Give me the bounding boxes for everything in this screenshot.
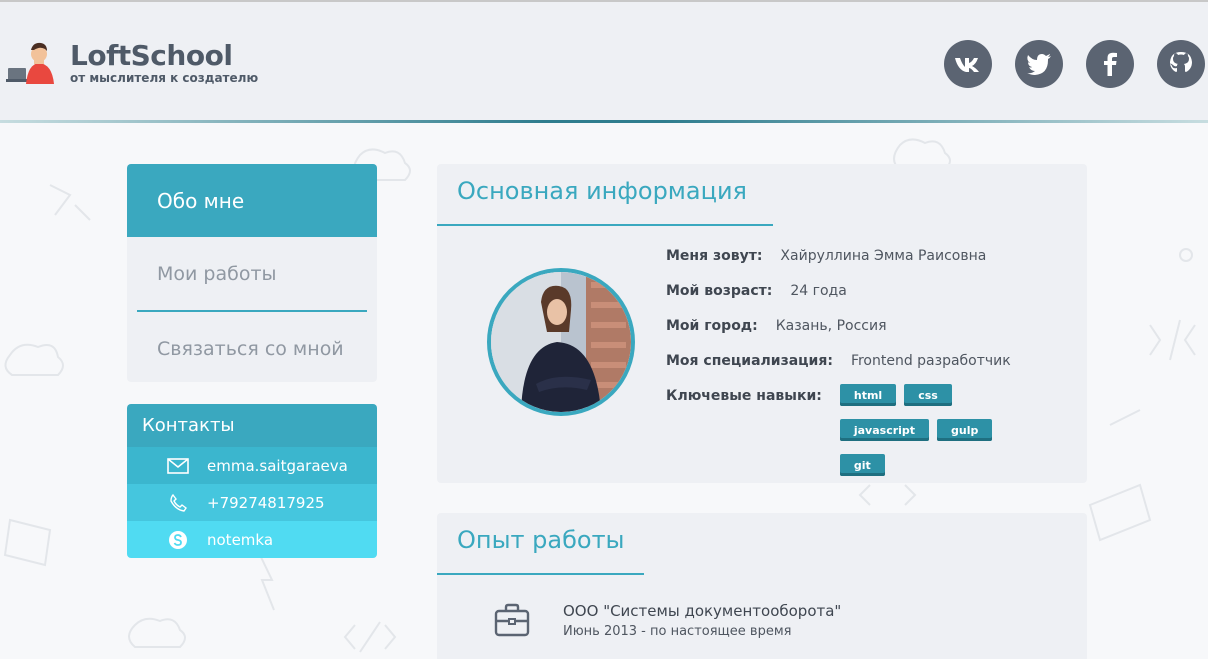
skype-icon [167, 529, 189, 551]
experience-title-text: Опыт работы [457, 526, 625, 554]
nav-item-works[interactable]: Мои работы [127, 237, 377, 310]
spec-label: Моя специализация: [666, 353, 833, 369]
mail-icon [167, 455, 189, 477]
title-underline [437, 573, 644, 575]
main-info-title: Основная информация [437, 164, 1087, 226]
main-info-title-text: Основная информация [457, 177, 747, 205]
vk-link[interactable] [944, 40, 992, 88]
age-label: Мой возраст: [666, 283, 773, 299]
logo-mascot-icon [6, 42, 54, 84]
skills-list: html css javascript gulp git [839, 384, 1040, 489]
experience-card: Опыт работы ООО "Системы документооборот… [437, 513, 1087, 659]
contact-skype[interactable]: notemka [127, 521, 377, 558]
briefcase-icon [494, 603, 530, 637]
avatar [487, 268, 635, 416]
personal-info: Меня зовут: Хайруллина Эмма Раисовна Мой… [666, 248, 1040, 489]
info-row-city: Мой город: Казань, Россия [666, 318, 1040, 353]
github-link[interactable] [1157, 40, 1205, 88]
job-company: ООО "Системы документооборота" [563, 602, 842, 620]
nav-item-contact[interactable]: Связаться со мной [127, 312, 377, 382]
site-header: LoftSchool от мыслителя к создателю [0, 2, 1208, 122]
contact-phone-text: +79274817925 [207, 493, 325, 512]
skill-tag: css [904, 384, 952, 406]
job-entry: ООО "Системы документооборота" Июнь 2013… [493, 601, 841, 641]
city-label: Мой город: [666, 318, 758, 334]
skills-label: Ключевые навыки: [666, 388, 822, 404]
info-row-name: Меня зовут: Хайруллина Эмма Раисовна [666, 248, 1040, 283]
twitter-icon [1027, 54, 1051, 75]
skill-tag: git [839, 454, 885, 476]
sidebar-nav: Обо мне Мои работы Связаться со мной [127, 164, 377, 382]
skill-tag: html [839, 384, 897, 406]
city-value: Казань, Россия [775, 318, 887, 334]
facebook-icon [1104, 52, 1117, 76]
job-period: Июнь 2013 - по настоящее время [563, 624, 792, 639]
title-underline [437, 224, 773, 226]
nav-item-about[interactable]: Обо мне [127, 164, 377, 237]
contacts-title: Контакты [127, 404, 377, 447]
social-links [944, 40, 1205, 88]
github-icon [1170, 52, 1192, 72]
main-info-card: Основная информация Меня зовут: Хайрулли… [437, 164, 1087, 483]
age-value: 24 года [790, 283, 847, 299]
logo[interactable]: LoftSchool от мыслителя к создателю [6, 40, 258, 86]
name-value: Хайруллина Эмма Раисовна [780, 248, 987, 264]
phone-icon [167, 492, 189, 514]
skill-tag: gulp [937, 419, 993, 441]
experience-title: Опыт работы [437, 513, 1087, 575]
spec-value: Frontend разработчик [850, 353, 1011, 369]
info-row-skills: Ключевые навыки: html css javascript gul… [666, 384, 1040, 489]
name-label: Меня зовут: [666, 248, 763, 264]
contacts-panel: Контакты emma.saitgaraeva +79274817925 n… [127, 404, 377, 558]
brand-tagline: от мыслителя к создателю [70, 71, 259, 85]
vk-icon [955, 58, 979, 72]
twitter-link[interactable] [1015, 40, 1063, 88]
contact-email[interactable]: emma.saitgaraeva [127, 447, 377, 484]
skill-tag: javascript [839, 419, 930, 441]
info-row-age: Мой возраст: 24 года [666, 283, 1040, 318]
info-row-spec: Моя специализация: Frontend разработчик [666, 353, 1040, 388]
brand-name: LoftSchool [70, 39, 233, 72]
facebook-link[interactable] [1086, 40, 1134, 88]
contact-email-text: emma.saitgaraeva [207, 456, 348, 475]
contact-skype-text: notemka [207, 530, 274, 549]
header-divider [0, 120, 1208, 123]
profile-photo [491, 272, 631, 412]
contact-phone[interactable]: +79274817925 [127, 484, 377, 521]
